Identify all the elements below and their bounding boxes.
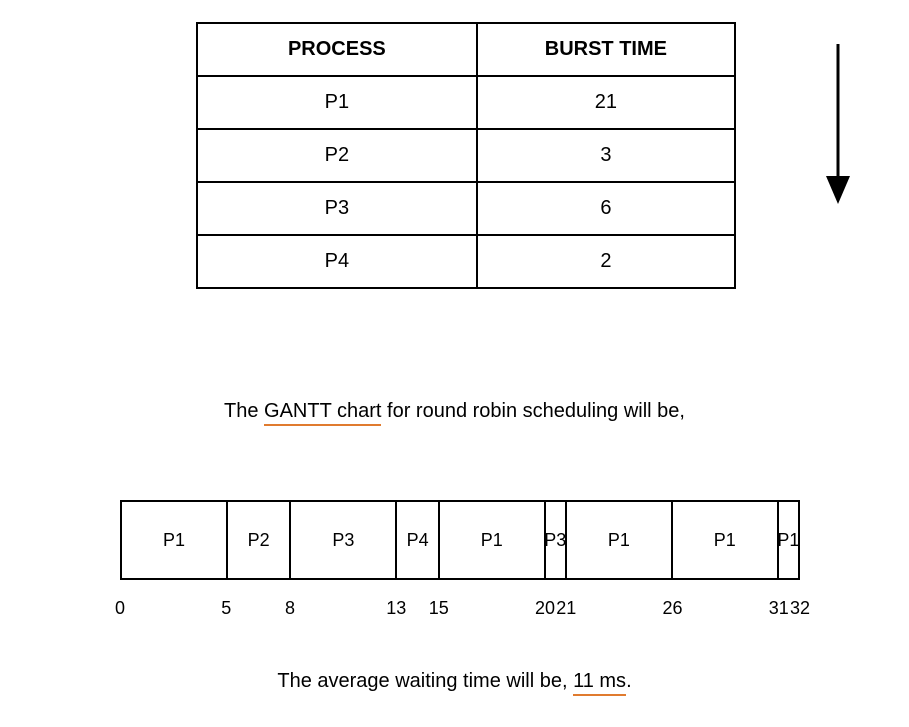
gantt-segment: P1 [567,500,673,580]
gantt-segment: P1 [122,500,228,580]
caption-text: The average waiting time will be, [277,670,573,692]
gantt-tick: 26 [662,598,682,619]
table-header-process: PROCESS [197,23,477,76]
gantt-tick: 13 [386,598,406,619]
gantt-segment: P4 [397,500,439,580]
gantt-tick: 31 [769,598,789,619]
process-table: PROCESS BURST TIME P1 21 P2 3 P3 6 P4 2 [196,22,736,289]
gantt-tick-row: 05813152021263132 [120,598,800,628]
gantt-tick: 21 [556,598,576,619]
gantt-segment: P2 [228,500,292,580]
avg-wait-caption: The average waiting time will be, 11 ms. [0,670,909,693]
cell-process: P3 [197,182,477,235]
gantt-row: P1P2P3P4P1P3P1P1P1 [120,500,800,580]
gantt-tick: 20 [535,598,555,619]
cell-burst: 2 [477,235,735,288]
arrow-down-icon [822,44,854,204]
table-row: P2 3 [197,129,735,182]
gantt-tick: 32 [790,598,810,619]
gantt-segment: P1 [673,500,779,580]
gantt-segment: P3 [546,500,567,580]
caption-text: . [626,670,632,692]
gantt-tick: 8 [285,598,295,619]
cell-process: P2 [197,129,477,182]
caption-text: The [224,400,264,422]
gantt-tick: 15 [429,598,449,619]
gantt-tick: 5 [221,598,231,619]
table-row: P4 2 [197,235,735,288]
gantt-segment: P1 [779,500,800,580]
cell-process: P1 [197,76,477,129]
caption-text: for round robin scheduling will be, [381,400,685,422]
cell-process: P4 [197,235,477,288]
table-row: P1 21 [197,76,735,129]
caption-underlined: 11 ms [573,670,626,696]
caption-underlined: GANTT chart [264,400,381,426]
gantt-chart: P1P2P3P4P1P3P1P1P1 05813152021263132 [120,500,800,628]
gantt-segment: P3 [291,500,397,580]
table-header-burst: BURST TIME [477,23,735,76]
cell-burst: 21 [477,76,735,129]
gantt-tick: 0 [115,598,125,619]
gantt-caption: The GANTT chart for round robin scheduli… [0,400,909,423]
table-row: P3 6 [197,182,735,235]
cell-burst: 6 [477,182,735,235]
gantt-segment: P1 [440,500,546,580]
cell-burst: 3 [477,129,735,182]
